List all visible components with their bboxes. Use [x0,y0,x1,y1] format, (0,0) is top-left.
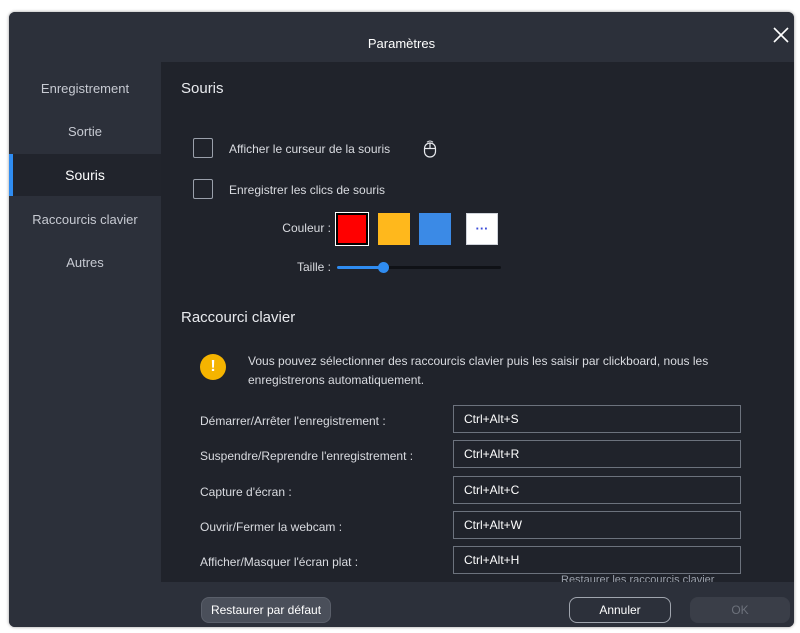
close-button[interactable] [768,22,794,48]
record-clicks-label: Enregistrer les clics de souris [229,183,386,197]
shortcut-section-title: Raccourci clavier [181,309,296,326]
sidebar-item-autres[interactable]: Autres [9,242,161,284]
record-clicks-checkbox[interactable] [193,179,213,199]
shortcut-input-webcam[interactable] [453,511,741,539]
settings-window: Paramètres Enregistrement Sortie Souris … [9,12,794,627]
mouse-icon [423,140,437,158]
close-icon [773,27,789,43]
footer-bar: Restaurer par défaut Annuler OK [9,582,794,627]
sidebar-item-enregistrement[interactable]: Enregistrement [9,68,161,110]
settings-content: Souris Afficher le curseur de la souris … [161,62,794,582]
mouse-section-title: Souris [181,80,224,97]
more-dots-icon: ··· [475,221,489,236]
size-slider[interactable] [337,262,501,273]
shortcut-label-pause: Suspendre/Reprendre l'enregistrement : [200,449,414,463]
sidebar-item-sortie[interactable]: Sortie [9,111,161,153]
shortcut-input-record[interactable] [453,405,741,433]
color-swatch-blue[interactable] [419,213,451,245]
shortcut-info-text: Vous pouvez sélectionner des raccourcis … [248,354,709,387]
color-label: Couleur : [282,221,331,235]
size-label: Taille : [296,260,331,274]
ok-button[interactable]: OK [690,597,790,623]
restore-default-button[interactable]: Restaurer par défaut [201,597,331,623]
color-swatch-red[interactable] [335,212,369,246]
size-slider-handle[interactable] [377,262,389,273]
shortcut-label-flat-screen: Afficher/Masquer l'écran plat : [200,555,359,569]
warning-icon: ! [200,354,226,380]
color-swatch-yellow[interactable] [378,213,410,245]
restore-shortcuts-link[interactable]: Restaurer les raccourcis clavier [561,574,714,582]
shortcut-label-webcam: Ouvrir/Fermer la webcam : [200,520,343,534]
cancel-button[interactable]: Annuler [569,597,671,623]
show-cursor-label: Afficher le curseur de la souris [229,142,391,156]
show-cursor-checkbox[interactable] [193,138,213,158]
shortcut-input-screenshot[interactable] [453,476,741,504]
shortcut-label-record: Démarrer/Arrêter l'enregistrement : [200,414,386,428]
sidebar: Enregistrement Sortie Souris Raccourcis … [9,62,161,582]
title-bar: Paramètres [9,12,794,62]
shortcut-label-screenshot: Capture d'écran : [200,485,292,499]
size-slider-fill [337,266,383,269]
shortcut-input-pause[interactable] [453,440,741,468]
sidebar-item-raccourcis-clavier[interactable]: Raccourcis clavier [9,199,161,241]
window-title: Paramètres [367,36,436,51]
more-colors-button[interactable]: ··· [466,213,498,245]
sidebar-item-souris[interactable]: Souris [9,154,161,196]
shortcut-input-flat-screen[interactable] [453,546,741,574]
